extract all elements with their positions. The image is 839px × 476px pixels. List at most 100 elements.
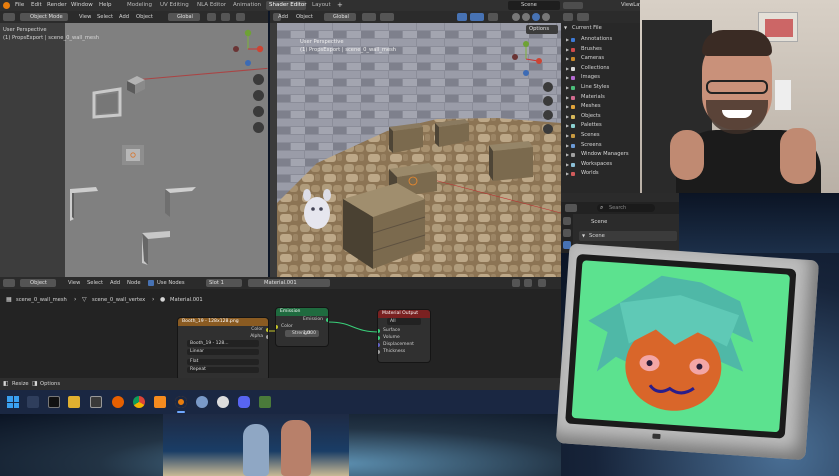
discord-icon[interactable] bbox=[238, 396, 250, 408]
blender-logo-icon[interactable] bbox=[3, 2, 10, 9]
chevron-right-icon[interactable]: ▶ bbox=[566, 73, 569, 83]
chevron-right-icon[interactable]: ▶ bbox=[566, 112, 569, 122]
outliner-item[interactable]: ▶ Annotations bbox=[561, 35, 640, 45]
chevron-right-icon[interactable]: ▶ bbox=[566, 102, 569, 112]
add-workspace-button[interactable]: + bbox=[337, 1, 343, 9]
files-icon[interactable] bbox=[68, 396, 80, 408]
navigation-gizmo[interactable] bbox=[232, 27, 264, 67]
chevron-right-icon[interactable]: ▶ bbox=[566, 150, 569, 160]
tab-nla-editor[interactable]: NLA Editor bbox=[197, 2, 226, 8]
outliner-current-file[interactable]: ▼ Current File bbox=[561, 24, 640, 34]
tab-layout[interactable]: Layout bbox=[312, 2, 331, 8]
volume-input-socket[interactable] bbox=[378, 335, 380, 340]
displacement-input-socket[interactable] bbox=[378, 342, 380, 347]
right-viewport[interactable]: Add Object Global User Perspective (1) P… bbox=[270, 11, 561, 277]
firefox-icon[interactable] bbox=[112, 396, 124, 408]
properties-type-icon[interactable] bbox=[565, 204, 577, 212]
right-proportional-icon[interactable] bbox=[380, 13, 394, 21]
image-selector[interactable]: Booth_19 - 128... bbox=[187, 340, 259, 347]
right-transform-dropdown[interactable]: Global bbox=[324, 13, 356, 21]
outliner-item[interactable]: ▶ Images bbox=[561, 73, 640, 83]
steam-icon[interactable] bbox=[259, 396, 271, 408]
chevron-right-icon[interactable]: ▶ bbox=[566, 64, 569, 74]
chevron-right-icon[interactable]: ▶ bbox=[566, 169, 569, 179]
scene-selector[interactable]: Scene bbox=[508, 1, 560, 10]
outliner-item[interactable]: ▶ Materials bbox=[561, 93, 640, 103]
emission-node[interactable]: Emission Emission Color Strength 1.000 bbox=[276, 308, 328, 346]
left-transform-dropdown[interactable]: Global bbox=[168, 13, 200, 21]
target-dropdown[interactable]: All bbox=[387, 318, 421, 325]
emission-output-socket[interactable] bbox=[326, 317, 328, 322]
tab-modeling[interactable]: Modeling bbox=[127, 2, 152, 8]
options-dropdown[interactable]: Options bbox=[526, 25, 558, 34]
shading-wire-icon[interactable] bbox=[512, 13, 520, 21]
blender-taskbar-icon[interactable] bbox=[175, 396, 187, 408]
windows-start-icon[interactable] bbox=[7, 396, 19, 408]
right-menu-object[interactable]: Object bbox=[296, 14, 313, 20]
thickness-input-socket[interactable] bbox=[378, 349, 380, 354]
left-menu-add[interactable]: Add bbox=[119, 14, 129, 20]
chevron-right-icon[interactable]: ▶ bbox=[566, 160, 569, 170]
left-menu-object[interactable]: Object bbox=[136, 14, 153, 20]
chevron-right-icon[interactable]: ▶ bbox=[566, 131, 569, 141]
display-mode-icon[interactable] bbox=[577, 13, 589, 21]
outliner-item[interactable]: ▶ Worlds bbox=[561, 169, 640, 179]
outliner-item[interactable]: ▶ Window Managers bbox=[561, 150, 640, 160]
pan-icon[interactable] bbox=[253, 90, 264, 101]
surface-input-socket[interactable] bbox=[378, 328, 380, 333]
render-tab-icon[interactable] bbox=[563, 229, 571, 237]
strength-field[interactable]: Strength 1.000 bbox=[285, 330, 319, 337]
camera-view-icon[interactable] bbox=[253, 106, 264, 117]
projection-dropdown[interactable]: Flat bbox=[187, 359, 259, 365]
sublime-icon[interactable] bbox=[154, 396, 166, 408]
menu-render[interactable]: Render bbox=[47, 2, 67, 8]
zoom-icon[interactable] bbox=[253, 74, 264, 85]
left-menu-select[interactable]: Select bbox=[97, 14, 113, 20]
tab-uv-editing[interactable]: UV Editing bbox=[160, 2, 189, 8]
editor-type-icon[interactable] bbox=[3, 13, 15, 21]
left-viewport[interactable]: Object Mode View Select Add Object Globa… bbox=[0, 11, 268, 277]
material-output-node[interactable]: Material Output All Surface Volume Displ… bbox=[378, 310, 430, 362]
chevron-right-icon[interactable]: ▶ bbox=[566, 121, 569, 131]
chevron-right-icon[interactable]: ▶ bbox=[566, 93, 569, 103]
shading-rendered-icon[interactable] bbox=[542, 13, 550, 21]
outliner-item[interactable]: ▶ Collections bbox=[561, 64, 640, 74]
ortho-toggle-icon[interactable] bbox=[253, 122, 264, 133]
right-zoom-icon[interactable] bbox=[543, 82, 553, 92]
outliner-item[interactable]: ▶ Workspaces bbox=[561, 160, 640, 170]
menu-window[interactable]: Window bbox=[71, 2, 93, 8]
color-output-socket[interactable] bbox=[266, 327, 268, 332]
task-view-icon[interactable] bbox=[48, 396, 60, 408]
right-navigation-gizmo[interactable] bbox=[512, 39, 544, 79]
scene-panel-header[interactable]: ▼ Scene bbox=[579, 231, 677, 241]
interpolation-dropdown[interactable]: Linear bbox=[187, 349, 259, 355]
tab-animation[interactable]: Animation bbox=[233, 2, 261, 8]
chrome-icon[interactable] bbox=[133, 396, 145, 408]
right-pan-icon[interactable] bbox=[543, 96, 553, 106]
overlays-toggle-icon[interactable] bbox=[470, 13, 484, 21]
right-camera-icon[interactable] bbox=[543, 110, 553, 120]
right-menu-add[interactable]: Add bbox=[278, 14, 288, 20]
left-menu-view[interactable]: View bbox=[79, 14, 91, 20]
chevron-right-icon[interactable]: ▶ bbox=[566, 141, 569, 151]
outliner-item[interactable]: ▶ Meshes bbox=[561, 102, 640, 112]
outliner-item[interactable]: ▶ Line Styles bbox=[561, 83, 640, 93]
proportional-icon[interactable] bbox=[221, 13, 230, 21]
overlay-icon[interactable] bbox=[236, 13, 245, 21]
tab-shader-editor[interactable]: Shader Editor bbox=[269, 2, 307, 8]
alpha-output-socket[interactable] bbox=[266, 334, 268, 339]
chevron-right-icon[interactable]: ▶ bbox=[566, 45, 569, 55]
object-mode-dropdown[interactable]: Object Mode bbox=[20, 13, 68, 21]
outliner-item[interactable]: ▶ Screens bbox=[561, 141, 640, 151]
outliner-item[interactable]: ▶ Brushes bbox=[561, 45, 640, 55]
image-texture-node[interactable]: Booth_19 - 128x128.png Color Alpha Booth… bbox=[178, 318, 268, 378]
properties-search[interactable]: ⌕ Search bbox=[597, 204, 655, 212]
chevron-right-icon[interactable]: ▶ bbox=[566, 54, 569, 64]
right-ortho-icon[interactable] bbox=[543, 124, 553, 134]
chevron-right-icon[interactable]: ▶ bbox=[566, 35, 569, 45]
outliner-item[interactable]: ▶ Cameras bbox=[561, 54, 640, 64]
outliner-item[interactable]: ▶ Palettes bbox=[561, 121, 640, 131]
menu-help[interactable]: Help bbox=[99, 2, 112, 8]
menu-edit[interactable]: Edit bbox=[31, 2, 42, 8]
obs-icon[interactable] bbox=[217, 396, 229, 408]
